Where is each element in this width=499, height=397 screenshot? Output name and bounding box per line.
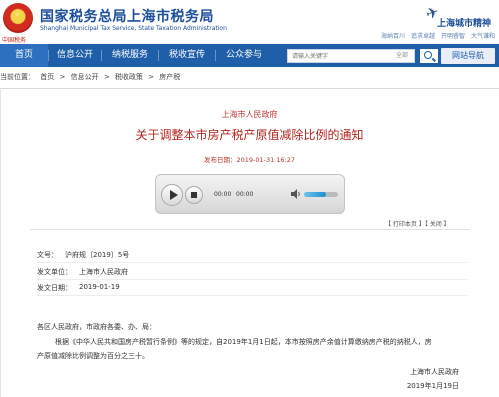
city-spirit-item: 海纳百川: [380, 33, 405, 40]
article-title: 关于调整本市房产税产原值减除比例的通知: [135, 128, 364, 142]
search-box: 全部: [287, 49, 415, 63]
volume-icon[interactable]: [291, 189, 301, 199]
meta-divider: [37, 262, 467, 263]
volume-slider[interactable]: [304, 192, 338, 197]
site-header: ★ 国家税务总局上海市税务局 Shanghai Municipal Tax Se…: [0, 0, 499, 44]
site-nav-button[interactable]: 网站导航: [441, 48, 495, 64]
play-icon: [170, 190, 178, 200]
audio-player: 00:00 00:00: [155, 174, 345, 214]
meta-doc-number: 文号： 沪府规〔2019〕5号: [37, 250, 129, 260]
body-paragraph-line: 根据《中华人民共和国房产税暂行条例》等的规定，自2019年1月1日起，本市按照房…: [55, 338, 432, 346]
body-paragraph-line: 产原值减除比例调整为百分之三十。: [37, 352, 149, 360]
section-divider: [30, 229, 470, 230]
stop-button[interactable]: [185, 186, 203, 204]
breadcrumb-tax-policy[interactable]: 税收政策: [115, 73, 143, 81]
meta-divider: [37, 279, 467, 280]
salutation: 各区人民政府，市政府各委、办、局：: [37, 323, 156, 331]
play-button[interactable]: [161, 184, 183, 206]
volume-slider-fill: [304, 192, 327, 197]
breadcrumb-separator: >: [103, 73, 110, 81]
breadcrumb-home[interactable]: 首页: [40, 73, 54, 81]
site-title[interactable]: 国家税务总局上海市税务局: [40, 6, 214, 26]
article-tools[interactable]: 【 打印本页 】【 关闭 】: [385, 219, 450, 228]
tax-emblem-icon: ★: [3, 3, 33, 33]
city-spirit-item: 开明睿智: [440, 33, 465, 40]
main-nav: 首页 信息公开 纳税服务 税收宣传 公众参与 全部 网站导航: [0, 44, 499, 67]
china-tax-stamp: 中国税务: [2, 37, 27, 44]
breadcrumb-separator: >: [59, 73, 66, 81]
stop-icon: [191, 192, 197, 198]
signature-date: 2019年1月19日: [406, 382, 459, 390]
search-input[interactable]: [292, 50, 372, 62]
search-icon: [424, 51, 432, 59]
breadcrumb: 当前位置： 首页 > 信息公开 > 税收政策 > 房产税: [0, 72, 499, 86]
search-scope-select[interactable]: 全部: [396, 50, 408, 62]
issue-date-label: 发文日期：: [37, 284, 72, 292]
doc-number-value: 沪府规〔2019〕5号: [65, 251, 130, 259]
signature-org: 上海市人民政府: [410, 368, 459, 376]
current-time: 00:00: [214, 191, 232, 198]
city-spirit-links: 海纳百川 追求卓越 开明睿智 大气谦和: [375, 31, 495, 40]
city-spirit-item: 追求卓越: [410, 33, 435, 40]
meta-divider: [37, 295, 467, 296]
breadcrumb-property-tax[interactable]: 房产税: [159, 73, 180, 81]
issue-date-value: 2019-01-19: [79, 283, 120, 291]
star-icon: ★: [13, 9, 22, 20]
total-time: 00:00: [236, 191, 254, 198]
nav-item-info-disclosure[interactable]: 信息公开: [49, 44, 101, 67]
publish-date: 发布日期：2019-01-31 16:27: [203, 156, 296, 164]
nav-item-home[interactable]: 首页: [0, 44, 48, 67]
issuer-value: 上海市人民政府: [79, 268, 128, 276]
breadcrumb-info-disclosure[interactable]: 信息公开: [71, 73, 99, 81]
nav-item-public-participation[interactable]: 公众参与: [216, 44, 272, 67]
meta-issuer: 发文单位： 上海市人民政府: [37, 267, 128, 277]
nav-item-tax-service[interactable]: 纳税服务: [102, 44, 158, 67]
city-spirit-item: 大气谦和: [470, 33, 495, 40]
article-publisher: 上海市人民政府: [221, 110, 278, 119]
nav-item-tax-publicity[interactable]: 税收宣传: [159, 44, 215, 67]
search-button[interactable]: [420, 49, 438, 63]
meta-issue-date: 发文日期： 2019-01-19: [37, 283, 120, 293]
doc-number-label: 文号：: [37, 251, 58, 259]
issuer-label: 发文单位：: [37, 268, 72, 276]
site-title-english: Shanghai Municipal Tax Service, State Ta…: [40, 25, 227, 32]
city-spirit-brand: 上海城市精神: [436, 19, 491, 29]
breadcrumb-separator: >: [148, 73, 155, 81]
breadcrumb-prefix: 当前位置：: [0, 73, 35, 81]
